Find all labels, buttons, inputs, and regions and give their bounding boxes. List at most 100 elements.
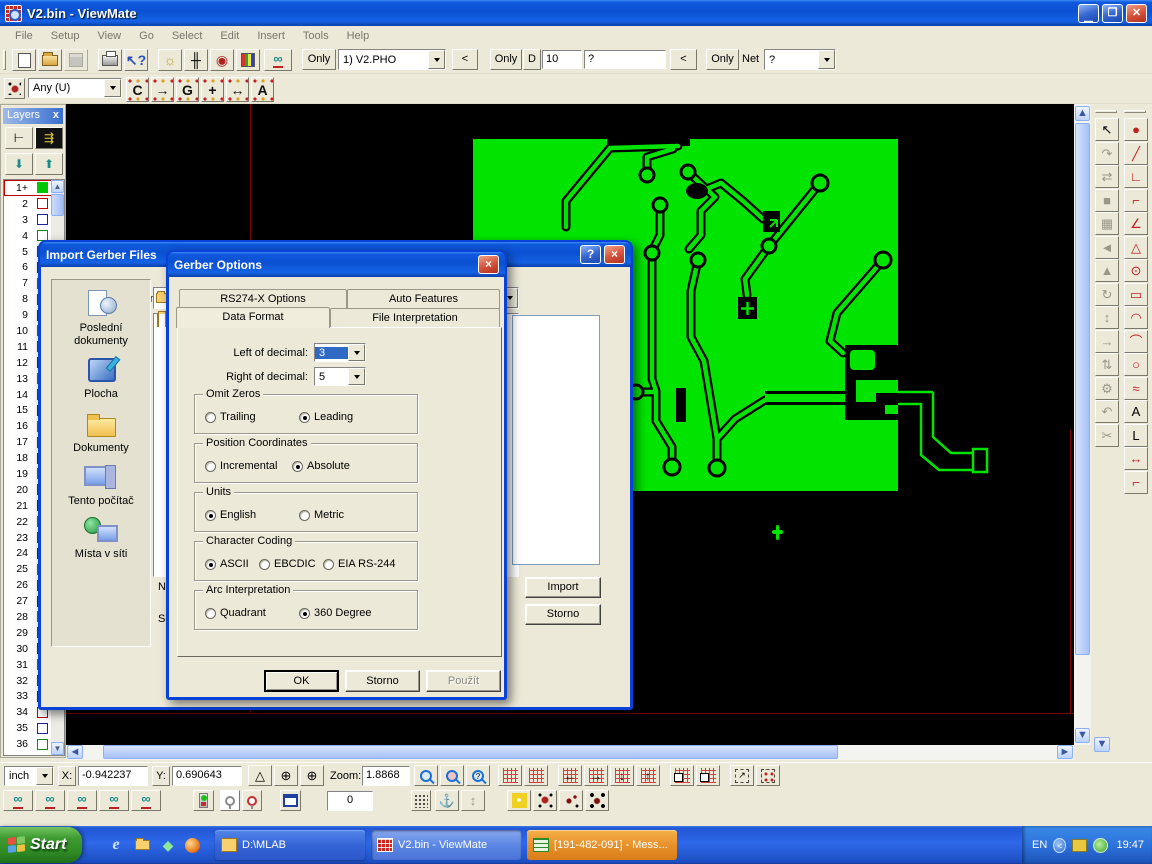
triangle-tool[interactable]: △ <box>1124 236 1148 259</box>
grid-origin-button[interactable] <box>670 765 694 786</box>
fill-tool[interactable]: ▦ <box>1095 212 1119 235</box>
menu-go[interactable]: Go <box>130 28 163 44</box>
layer-up-button[interactable]: ⬆ <box>35 153 63 175</box>
flash-mode-4-button[interactable] <box>585 790 609 811</box>
task-normal[interactable]: D:\MLAB <box>215 830 365 860</box>
new-file-button[interactable] <box>12 49 36 71</box>
corner-tool[interactable]: ⌐ <box>1124 189 1148 212</box>
dialog-close-button[interactable]: × <box>604 245 625 264</box>
combo-arrow[interactable] <box>348 368 365 385</box>
toolbar-scroll-down-button[interactable]: ▼ <box>1094 737 1110 752</box>
ellipse-tool[interactable]: ○ <box>1124 353 1148 376</box>
aperture-combo-arrow[interactable] <box>104 79 121 97</box>
quicklaunch-folder-icon[interactable] <box>132 835 152 855</box>
vector-mode-button[interactable]: ↕ <box>461 790 485 811</box>
scroll-left-button[interactable]: ◄ <box>67 745 83 759</box>
y-coordinate-button[interactable]: Y: <box>152 766 170 786</box>
layers-close-icon[interactable]: x <box>53 109 59 123</box>
print-button[interactable] <box>98 49 122 71</box>
vertical-scroll-thumb[interactable] <box>1075 123 1090 655</box>
pan-down-button[interactable]: ↓ <box>610 765 634 786</box>
layers-panel-titlebar[interactable]: Layers x <box>3 108 63 124</box>
right-of-decimal-combo[interactable]: 5 <box>314 367 366 386</box>
view-all-button[interactable]: ∞ <box>3 790 33 811</box>
vertical-scrollbar[interactable]: ▲ ▼ <box>1074 104 1091 745</box>
layer-color-swatch[interactable] <box>37 723 48 734</box>
block-tool[interactable]: ■ <box>1095 189 1119 212</box>
cancel-button[interactable]: Storno <box>345 670 420 692</box>
dcode-filter-input[interactable]: ? <box>584 50 666 69</box>
radio-option-ebcdic[interactable]: EBCDIC <box>259 558 316 570</box>
snap-grid-button[interactable] <box>411 790 431 811</box>
mirror-horizontal-tool[interactable]: ◄ <box>1095 236 1119 259</box>
scroll-right-button[interactable]: ► <box>1057 745 1073 759</box>
view-sketch-button[interactable]: ∞ <box>131 790 161 811</box>
language-indicator[interactable]: EN <box>1032 839 1047 851</box>
combo-arrow[interactable] <box>348 344 365 361</box>
radio-option-trailing[interactable]: Trailing <box>205 411 256 423</box>
highlight-button[interactable] <box>193 790 214 811</box>
radio-option-leading[interactable]: Leading <box>299 411 353 423</box>
unit-combo-arrow[interactable] <box>36 767 53 785</box>
arc-tool[interactable]: ◠ <box>1124 306 1148 329</box>
view-pads-button[interactable]: ∞ <box>67 790 97 811</box>
pad-tool[interactable]: ● <box>1124 118 1148 141</box>
grid-offset-button[interactable] <box>696 765 720 786</box>
radio-option-eia-rs-244[interactable]: EIA RS-244 <box>323 558 395 570</box>
layer-combo-arrow[interactable] <box>428 50 445 69</box>
circle-tool[interactable]: ⊙ <box>1124 259 1148 282</box>
layer-scroll-down-icon[interactable]: ▼ <box>51 742 64 755</box>
undo-tool[interactable]: ↶ <box>1095 400 1119 423</box>
relative-origin-button[interactable]: ⊕ <box>300 765 324 786</box>
dcode-label-button[interactable]: D <box>523 49 541 70</box>
layer-down-button[interactable]: ⬇ <box>5 153 33 175</box>
flash-mode-2-button[interactable] <box>533 790 557 811</box>
restore-button[interactable]: ❐ <box>1102 4 1123 23</box>
horizontal-scrollbar[interactable]: ◄ ► <box>66 745 1074 760</box>
ok-button[interactable]: OK <box>264 670 339 692</box>
tab-file-interpretation[interactable]: File Interpretation <box>330 308 500 328</box>
select-points-button[interactable] <box>756 765 780 786</box>
measure-view-button[interactable]: ∞ <box>264 49 292 71</box>
quicklaunch-help-icon[interactable]: ◆ <box>158 835 178 855</box>
flash-mode-3-button[interactable] <box>559 790 583 811</box>
swap-layer-tool[interactable]: ⇅ <box>1095 353 1119 376</box>
layer-scroll-thumb[interactable] <box>51 194 64 216</box>
zoom-in-button[interactable] <box>414 765 438 786</box>
spline-tool[interactable]: ≈ <box>1124 377 1148 400</box>
only-dcode-button[interactable]: Only <box>490 49 522 70</box>
zoom-field[interactable]: 1.8868 <box>362 766 410 786</box>
open-file-button[interactable] <box>38 49 62 71</box>
tab-rs274x-options[interactable]: RS274-X Options <box>179 289 347 309</box>
menu-view[interactable]: View <box>88 28 130 44</box>
dcode-swap-button[interactable]: ↔ <box>226 77 249 102</box>
rectangle-tool[interactable]: ▭ <box>1124 283 1148 306</box>
place-recent[interactable]: Poslední dokumenty <box>55 290 147 348</box>
layer-insert-button[interactable]: ⊢ <box>5 127 33 149</box>
dcode-g-button[interactable]: G <box>176 77 199 102</box>
polyline-tool[interactable]: ∟ <box>1124 165 1148 188</box>
tab-data-format[interactable]: Data Format <box>176 307 330 328</box>
horizontal-scroll-thumb[interactable] <box>103 745 838 759</box>
radio-option-absolute[interactable]: Absolute <box>292 460 350 472</box>
tray-messenger-icon[interactable] <box>1072 839 1087 852</box>
dcode-view-button[interactable]: ◉ <box>210 49 234 71</box>
layer-color-swatch[interactable] <box>37 214 48 225</box>
toolbar-grip[interactable] <box>3 50 6 70</box>
place-computer[interactable]: Tento počítač <box>55 463 147 508</box>
quicklaunch-firefox-icon[interactable] <box>182 835 202 855</box>
lamp-outline-button[interactable] <box>242 790 262 811</box>
unit-combo[interactable]: inch <box>4 766 54 786</box>
settings-tool[interactable]: ⚙ <box>1095 377 1119 400</box>
grid-view-button[interactable] <box>498 765 522 786</box>
place-documents[interactable]: Dokumenty <box>55 410 147 455</box>
pan-right-button[interactable]: → <box>584 765 608 786</box>
start-button[interactable]: Start <box>0 827 82 863</box>
context-help-button[interactable]: ↖? <box>124 49 148 71</box>
radio-option-metric[interactable]: Metric <box>299 509 344 521</box>
view-traces-button[interactable]: ∞ <box>99 790 129 811</box>
aperture-filter-button[interactable] <box>4 78 25 99</box>
save-file-button[interactable] <box>64 49 88 71</box>
pan-up-button[interactable]: ↑ <box>636 765 660 786</box>
measure-angle-button[interactable]: △ <box>248 765 272 786</box>
